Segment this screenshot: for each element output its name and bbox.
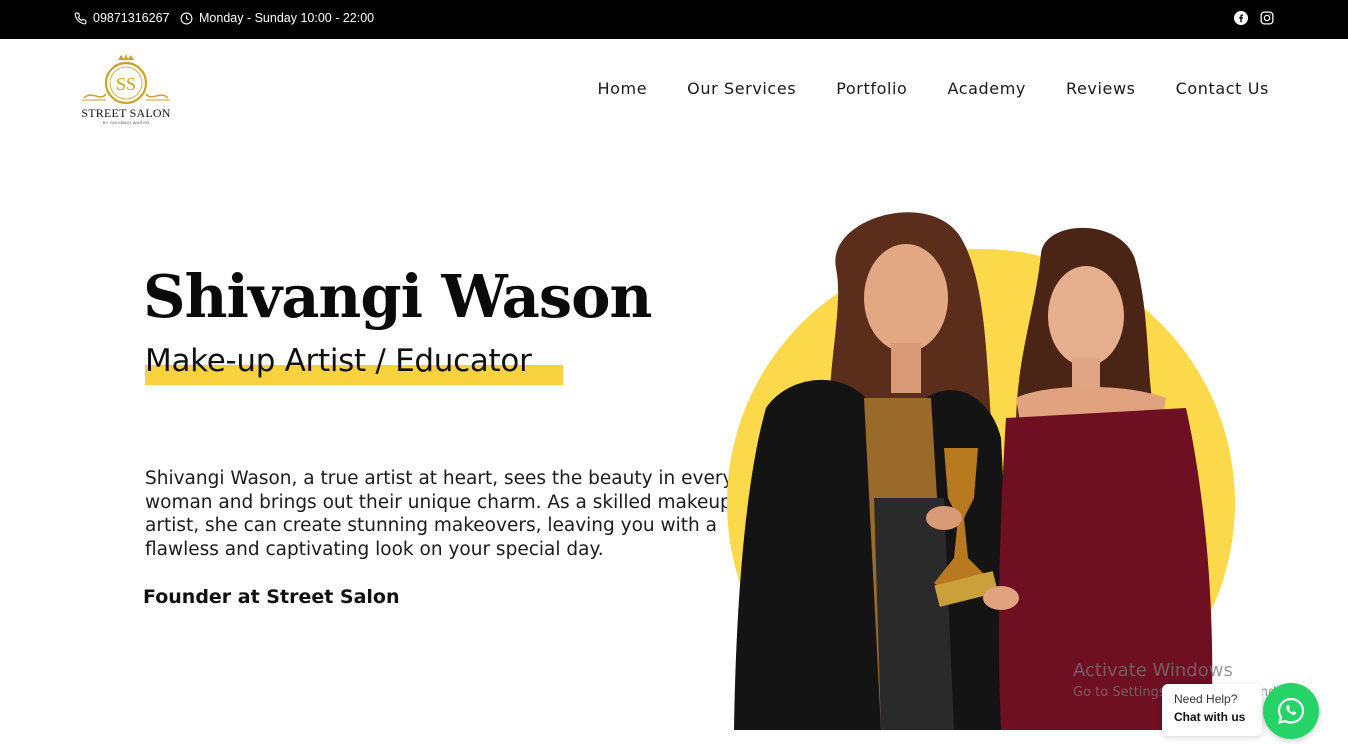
logo-monogram: SS xyxy=(116,74,136,94)
phone-number: 09871316267 xyxy=(93,11,170,25)
chat-cta-label: Chat with us xyxy=(1174,710,1246,724)
clock-icon xyxy=(180,12,193,24)
hero-photo xyxy=(727,212,1235,730)
watermark-title: Activate Windows xyxy=(1073,660,1233,681)
whatsapp-button[interactable] xyxy=(1263,683,1319,739)
chat-help-box[interactable]: Need Help? Chat with us xyxy=(1162,684,1262,736)
logo-name: STREET SALON xyxy=(81,106,171,120)
social-links xyxy=(1234,11,1274,25)
facebook-icon[interactable] xyxy=(1234,11,1248,25)
nav-reviews[interactable]: Reviews xyxy=(1066,79,1136,98)
founder-label: Founder at Street Salon xyxy=(143,586,400,608)
logo-emblem: SS xyxy=(82,54,170,105)
phone-contact[interactable]: 09871316267 xyxy=(74,11,169,25)
nav-our-services[interactable]: Our Services xyxy=(687,79,796,98)
top-bar: 09871316267 Monday - Sunday 10:00 - 22:0… xyxy=(0,0,1348,39)
hero-bio: Shivangi Wason, a true artist at heart, … xyxy=(145,468,734,560)
hero-title: Shivangi Wason xyxy=(143,262,652,331)
nav-contact-us[interactable]: Contact Us xyxy=(1176,79,1269,98)
hero-subtitle-block: Make-up Artist / Educator xyxy=(145,343,563,385)
hero-subtitle: Make-up Artist / Educator xyxy=(145,343,532,379)
hours-text: Monday - Sunday 10:00 - 22:00 xyxy=(199,11,375,25)
chat-help-label: Need Help? xyxy=(1174,692,1238,706)
nav-portfolio[interactable]: Portfolio xyxy=(836,79,907,98)
instagram-icon[interactable] xyxy=(1260,11,1274,25)
logo-tagline: BY SHIVANGI WASON xyxy=(102,120,150,125)
opening-hours: Monday - Sunday 10:00 - 22:00 xyxy=(180,11,374,25)
site-logo[interactable]: SS STREET SALON BY SHIVANGI WASON xyxy=(80,52,172,128)
nav-home[interactable]: Home xyxy=(597,79,647,98)
whatsapp-icon xyxy=(1277,697,1305,725)
nav-academy[interactable]: Academy xyxy=(947,79,1026,98)
main-nav: Home Our Services Portfolio Academy Revi… xyxy=(597,79,1269,98)
phone-icon xyxy=(74,12,87,24)
